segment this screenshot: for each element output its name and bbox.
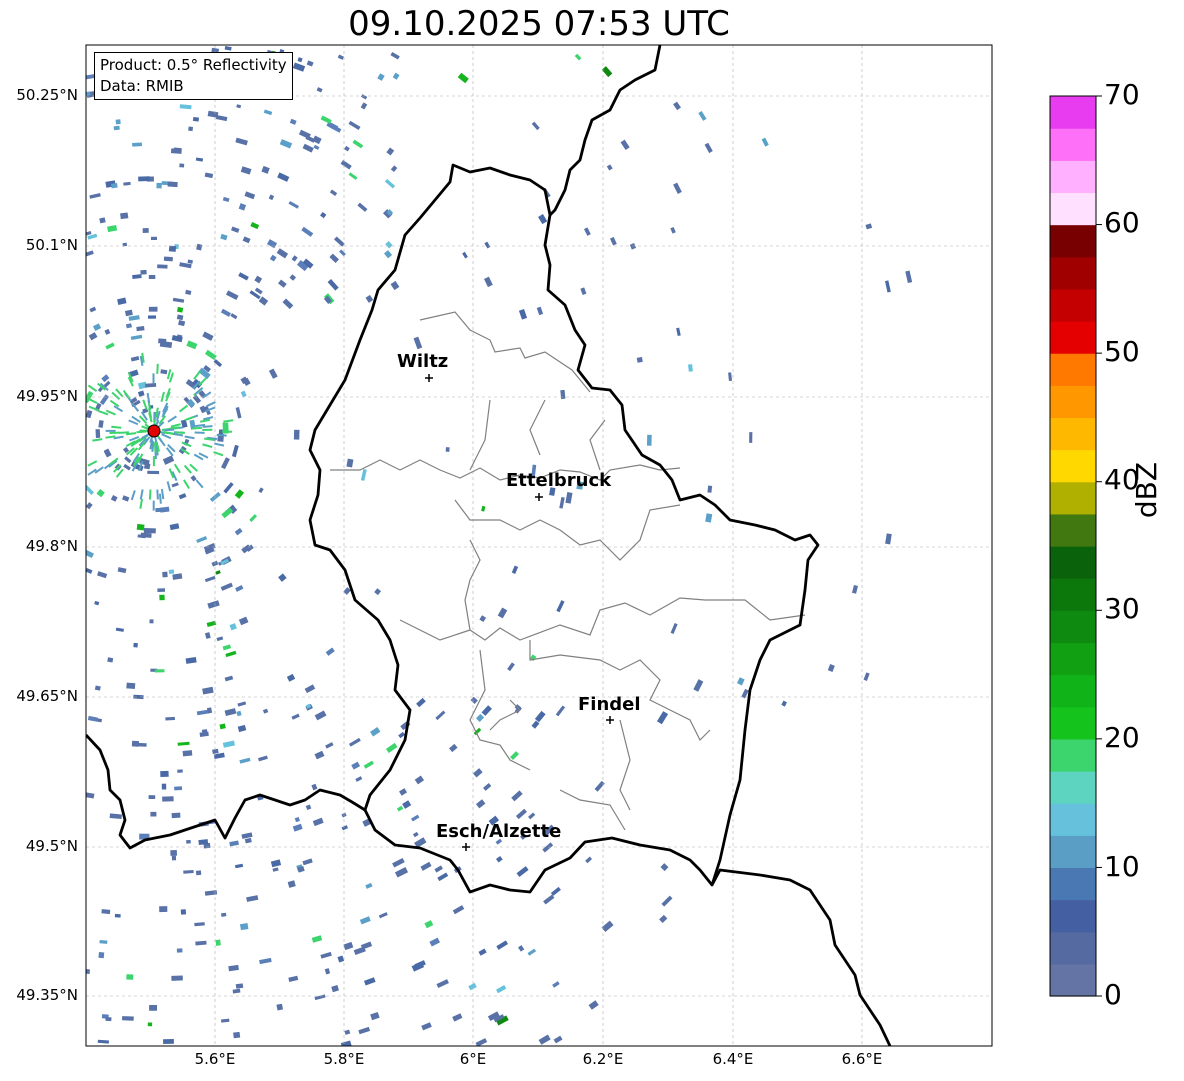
map-title: 09.10.2025 07:53 UTC (348, 4, 730, 44)
colorbar-bin (1050, 578, 1096, 611)
colorbar-bin (1050, 224, 1096, 258)
colorbar-bin (1050, 385, 1096, 419)
colorbar-bin (1050, 899, 1096, 933)
colorbar-bin (1050, 546, 1096, 579)
lat-tick: 49.65°N (16, 687, 78, 705)
colorbar-bin (1050, 738, 1096, 772)
colorbar-bin (1050, 706, 1096, 740)
lat-tick: 49.5°N (25, 837, 78, 855)
colorbar-tick: 10 (1104, 850, 1140, 883)
radar-site-marker (147, 424, 161, 438)
colorbar-bin (1050, 481, 1096, 515)
city-label-wiltz: Wiltz (397, 351, 449, 372)
colorbar-bin (1050, 642, 1096, 676)
lon-tick: 6°E (459, 1050, 487, 1068)
lon-tick: 6.2°E (582, 1050, 624, 1068)
colorbar-bin (1050, 353, 1096, 386)
colorbar-bin (1050, 963, 1096, 997)
colorbar-bin (1050, 321, 1096, 354)
colorbar-bin (1050, 96, 1096, 129)
colorbar-bin (1050, 192, 1096, 226)
radar-map (85, 44, 1102, 1047)
city-label-esch: Esch/Alzette (436, 821, 562, 842)
lon-tick: 5.6°E (194, 1050, 236, 1068)
colorbar-tick: 70 (1104, 78, 1140, 111)
colorbar-tick: 0 (1104, 978, 1122, 1011)
lon-tick: 6.6°E (841, 1050, 883, 1068)
colorbar-bin (1050, 867, 1096, 901)
data-source-label: Data: RMIB (100, 77, 184, 95)
lon-tick: 6.4°E (712, 1050, 754, 1068)
colorbar-bin (1050, 771, 1096, 804)
lon-tick: 5.8°E (323, 1050, 365, 1068)
colorbar-bin (1050, 803, 1096, 836)
lat-tick: 49.8°N (25, 537, 78, 555)
colorbar-bin (1050, 449, 1096, 483)
city-label-ettelbruck: Ettelbruck (506, 470, 612, 491)
colorbar-tick: 30 (1104, 592, 1140, 625)
colorbar (1049, 95, 1102, 997)
lat-tick: 50.25°N (16, 86, 78, 104)
lat-tick: 49.95°N (16, 387, 78, 405)
colorbar-bin (1050, 128, 1096, 161)
city-label-findel: Findel (578, 694, 641, 715)
colorbar-label: dBZ (1130, 461, 1163, 519)
colorbar-bin (1050, 610, 1096, 644)
colorbar-bin (1050, 256, 1096, 290)
colorbar-bin (1050, 417, 1096, 451)
product-label: Product: 0.5° Reflectivity (100, 56, 287, 74)
lat-tick: 50.1°N (25, 236, 78, 254)
colorbar-tick: 20 (1104, 721, 1140, 754)
colorbar-tick: 50 (1104, 335, 1140, 368)
product-info-box: Product: 0.5° Reflectivity Data: RMIB (94, 52, 293, 100)
colorbar-bin (1050, 931, 1096, 965)
colorbar-bin (1050, 513, 1096, 547)
colorbar-tick: 60 (1104, 206, 1140, 239)
colorbar-bin (1050, 288, 1096, 322)
colorbar-bin (1050, 674, 1096, 708)
colorbar-bin (1050, 160, 1096, 194)
colorbar-bin (1050, 835, 1096, 869)
lat-tick: 49.35°N (16, 986, 78, 1004)
